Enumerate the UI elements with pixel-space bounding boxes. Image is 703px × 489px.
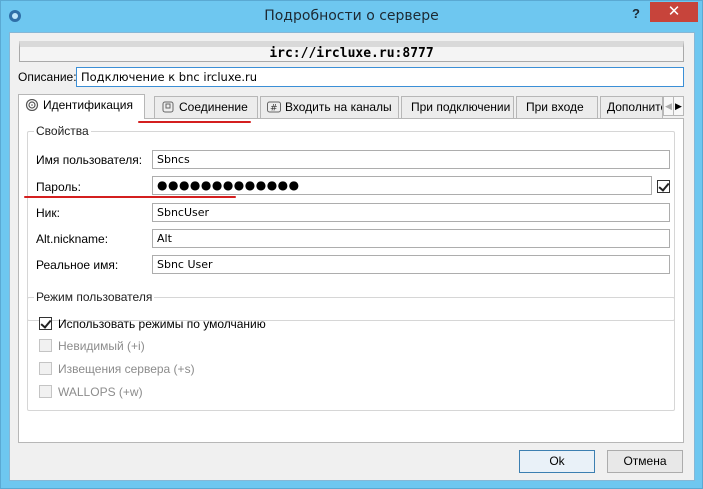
invisible-mode-label: Невидимый (+i)	[58, 339, 145, 353]
server-notices-checkbox[interactable]	[39, 362, 52, 375]
tab-label: Дополните	[607, 100, 663, 114]
ok-button[interactable]: Ok	[519, 450, 595, 473]
identification-panel: Свойства Имя пользователя: Sbncs Пароль:…	[18, 118, 684, 443]
nick-label: Ник:	[36, 206, 60, 220]
default-modes-label: Использовать режимы по умолчанию	[58, 317, 266, 331]
wallops-checkbox[interactable]	[39, 385, 52, 398]
cancel-button[interactable]: Отмена	[607, 450, 683, 473]
help-button[interactable]: ?	[625, 4, 647, 24]
dialog-body: irc://ircluxe.ru:8777 Описание: Подключе…	[9, 32, 695, 481]
plug-icon	[162, 101, 174, 113]
server-notices-label: Извещения сервера (+s)	[58, 362, 195, 376]
invisible-mode-checkbox[interactable]	[39, 339, 52, 352]
tab-label: При подключении	[411, 100, 511, 114]
tab-advanced[interactable]: Дополните	[600, 96, 663, 118]
tab-label: При входе	[526, 100, 584, 114]
close-button[interactable]: ✕	[650, 2, 698, 22]
username-label: Имя пользователя:	[36, 153, 143, 167]
tab-strip: Идентификация Соединение # Входить на ка…	[18, 94, 684, 119]
show-password-checkbox[interactable]	[657, 180, 670, 193]
tab-join-channels[interactable]: # Входить на каналы	[260, 96, 399, 118]
tab-on-connect[interactable]: При подключении	[401, 96, 514, 118]
tab-label: Входить на каналы	[285, 100, 392, 114]
tab-on-join[interactable]: При входе	[516, 96, 598, 118]
realname-input[interactable]: Sbnc User	[152, 255, 670, 274]
window-title: Подробности о сервере	[264, 8, 439, 24]
tab-connection[interactable]: Соединение	[154, 96, 258, 118]
annotation-underline-connection	[138, 121, 251, 123]
description-label: Описание:	[18, 70, 77, 84]
server-details-window: Подробности о сервере ? ✕ irc://ircluxe.…	[0, 0, 703, 489]
realname-label: Реальное имя:	[36, 258, 119, 272]
username-input[interactable]: Sbncs	[152, 150, 670, 169]
properties-group-title: Свойства	[34, 124, 91, 138]
default-modes-checkbox[interactable]	[39, 317, 52, 330]
title-bar[interactable]: Подробности о сервере ? ✕	[1, 1, 702, 32]
password-label: Пароль:	[36, 180, 81, 194]
altnick-input[interactable]: Alt	[152, 229, 670, 248]
svg-text:#: #	[270, 104, 278, 114]
description-input[interactable]: Подключение к bnc ircluxe.ru	[76, 67, 684, 87]
tab-scroll-arrows: ◀ ▶	[663, 96, 684, 116]
fingerprint-icon	[25, 99, 39, 111]
altnick-label: Alt.nickname:	[36, 232, 109, 246]
wallops-label: WALLOPS (+w)	[58, 385, 143, 399]
password-input[interactable]: ●●●●●●●●●●●●●	[152, 176, 652, 195]
annotation-underline-password	[24, 196, 236, 198]
user-mode-group: Режим пользователя Использовать режимы п…	[27, 290, 675, 411]
server-address: irc://ircluxe.ru:8777	[19, 41, 684, 62]
nick-input[interactable]: SbncUser	[152, 203, 670, 222]
tab-identification[interactable]: Идентификация	[18, 94, 145, 119]
tab-scroll-right-icon[interactable]: ▶	[673, 96, 684, 116]
tab-label: Идентификация	[43, 98, 133, 112]
tab-label: Соединение	[179, 100, 248, 114]
user-mode-group-title: Режим пользователя	[34, 290, 155, 304]
hash-channel-icon: #	[267, 101, 281, 113]
